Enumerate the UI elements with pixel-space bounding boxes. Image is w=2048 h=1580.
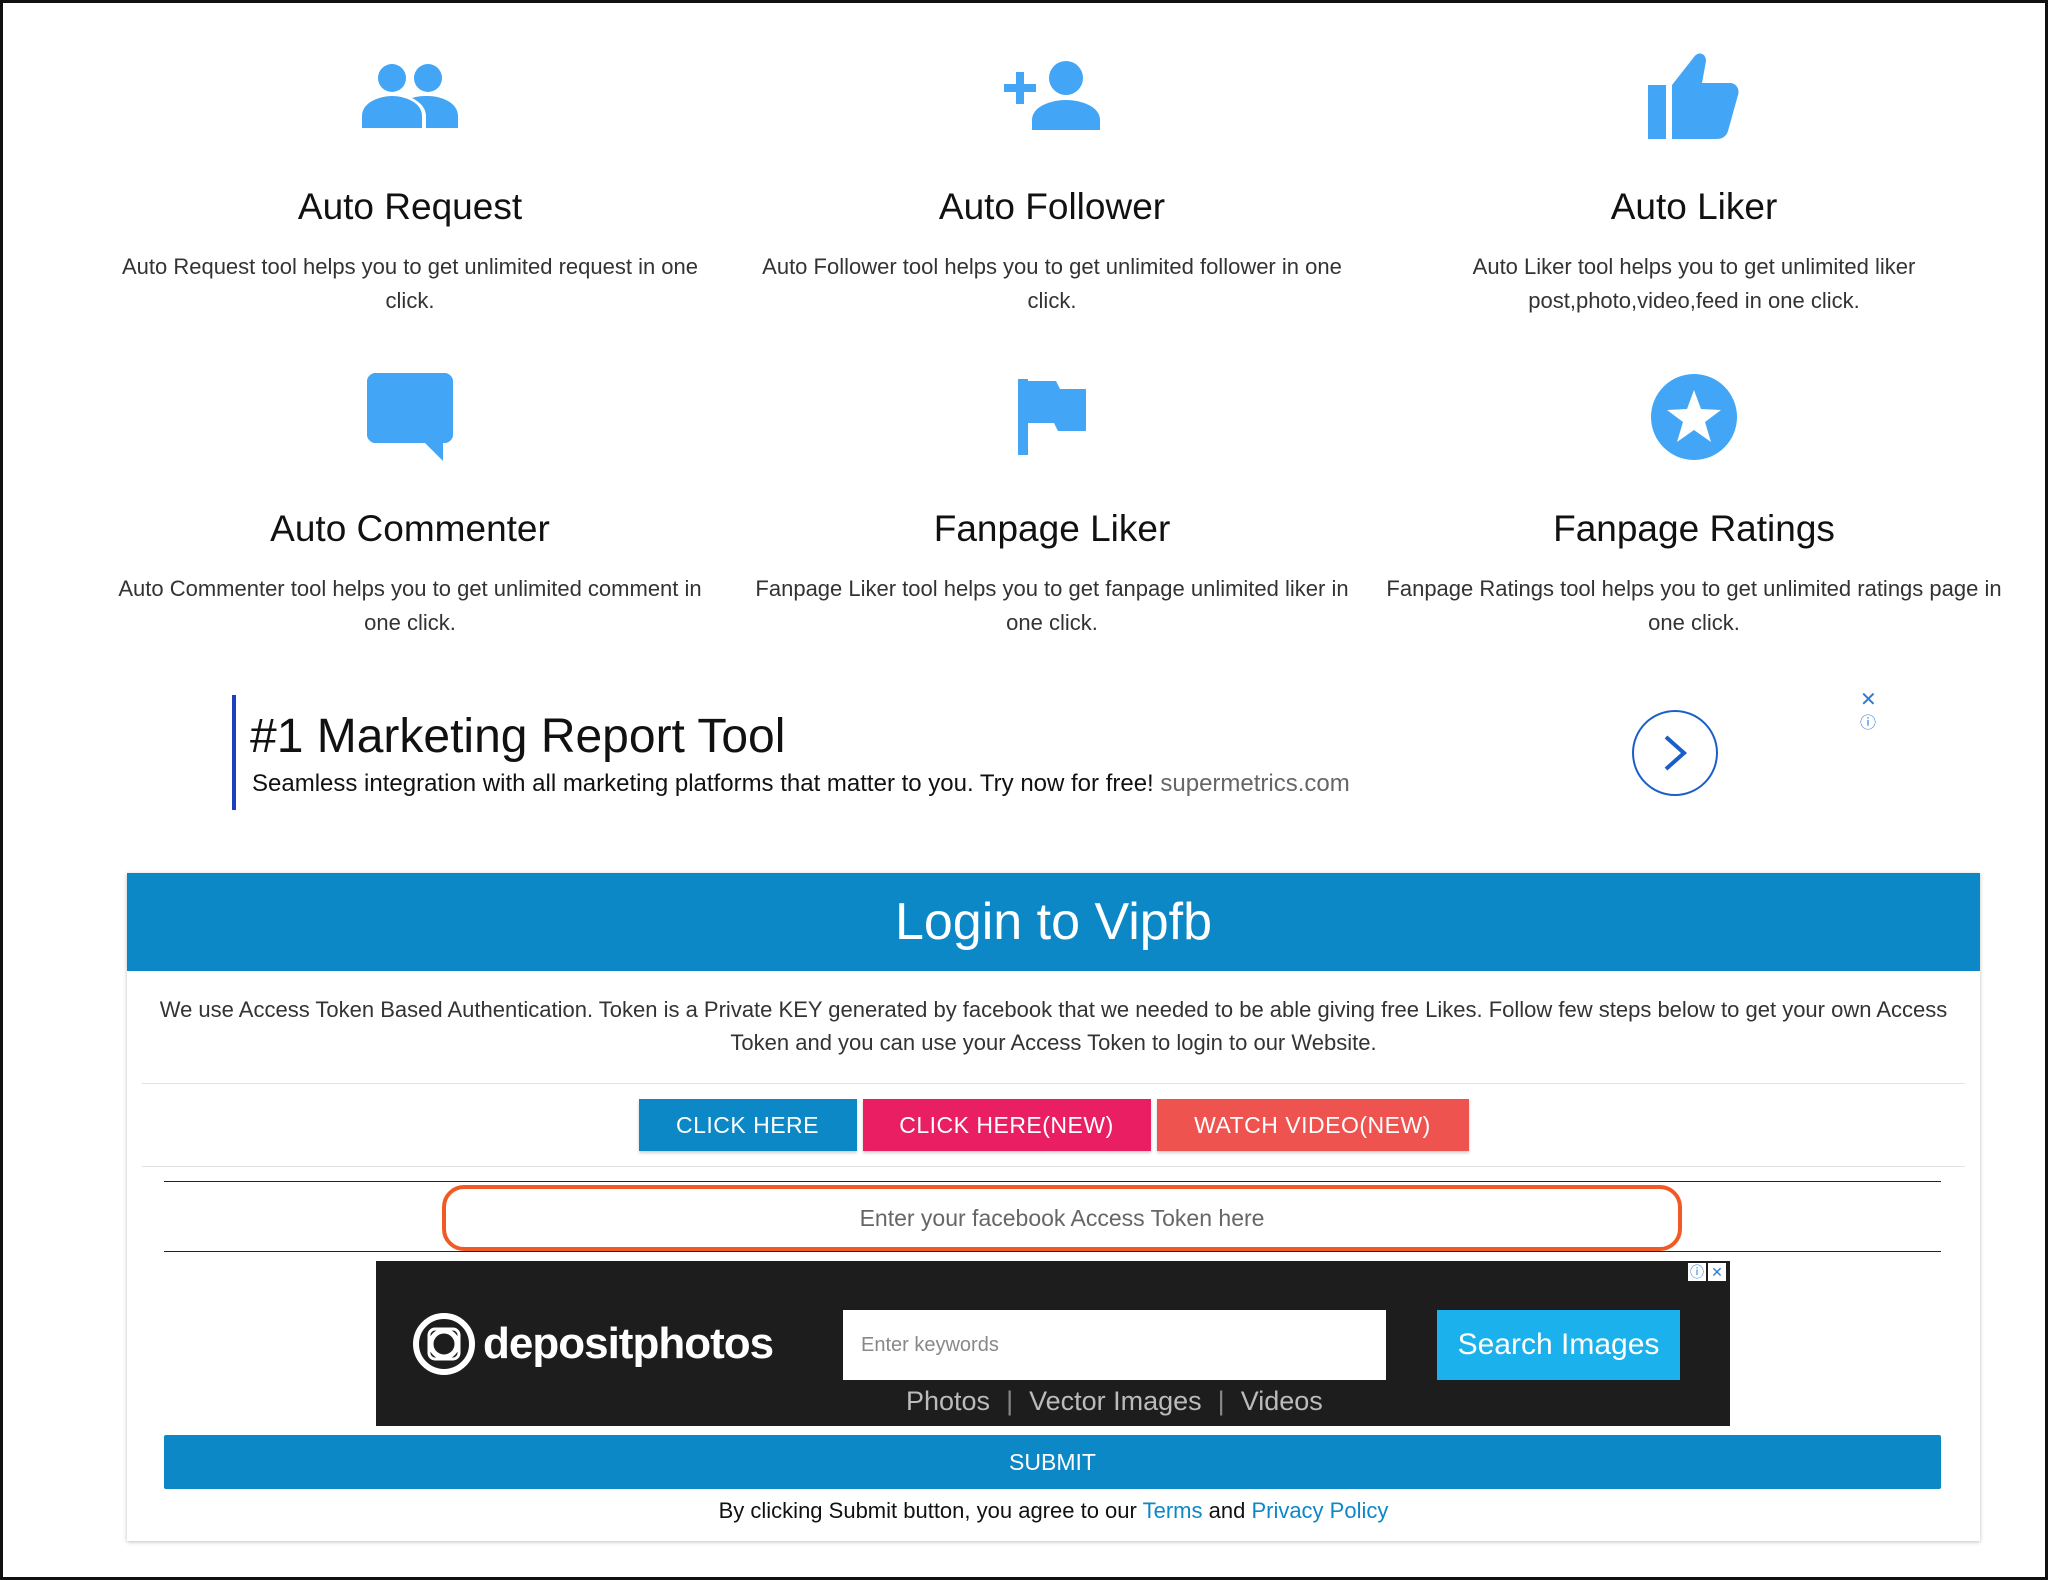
feature-auto-liker[interactable]: Auto Liker Auto Liker tool helps you to … xyxy=(1384,40,2004,318)
privacy-policy-link[interactable]: Privacy Policy xyxy=(1251,1498,1388,1523)
input-top-border xyxy=(164,1181,1941,1182)
ad-description: Seamless integration with all marketing … xyxy=(252,770,1350,798)
feature-desc: Auto Request tool helps you to get unlim… xyxy=(121,254,699,313)
feature-desc: Auto Commenter tool helps you to get unl… xyxy=(118,576,702,635)
input-bottom-border xyxy=(164,1251,1941,1252)
dp-links: Photos | Vector Images | Videos xyxy=(906,1386,1323,1417)
marketing-ad-banner[interactable]: #1 Marketing Report Tool Seamless integr… xyxy=(232,689,1882,810)
dp-brand: depositphotos xyxy=(483,1319,774,1368)
dp-link-photos[interactable]: Photos xyxy=(906,1386,990,1417)
ad-domain[interactable]: supermetrics.com xyxy=(1160,770,1349,797)
feature-desc: Auto Liker tool helps you to get unlimit… xyxy=(1472,254,1916,313)
feature-auto-request[interactable]: Auto Request Auto Request tool helps you… xyxy=(100,40,720,318)
chevron-right-icon xyxy=(1664,735,1688,771)
ad-title[interactable]: #1 Marketing Report Tool xyxy=(250,709,785,764)
access-token-input[interactable]: Enter your facebook Access Token here xyxy=(442,1185,1682,1251)
watch-video-button[interactable]: WATCH VIDEO(NEW) xyxy=(1156,1099,1469,1151)
login-title: Login to Vipfb xyxy=(894,893,1213,951)
feature-fanpage-ratings[interactable]: Fanpage Ratings Fanpage Ratings tool hel… xyxy=(1384,362,2004,640)
dp-link-vectors[interactable]: Vector Images xyxy=(1029,1386,1202,1417)
submit-button[interactable]: SUBMIT xyxy=(164,1435,1941,1489)
thumbs-up-icon xyxy=(1384,40,2004,150)
ad-next-button[interactable] xyxy=(1632,710,1718,796)
flag-icon xyxy=(742,362,1362,472)
login-instructions: We use Access Token Based Authentication… xyxy=(159,997,1948,1055)
info-icon[interactable]: ⓘ xyxy=(1688,1263,1706,1281)
camera-icon xyxy=(413,1313,475,1375)
help-buttons: CLICK HERE CLICK HERE(NEW) WATCH VIDEO(N… xyxy=(127,1099,1980,1151)
close-icon[interactable]: ✕ xyxy=(1708,1263,1726,1281)
feature-title: Fanpage Ratings xyxy=(1553,508,1835,549)
feature-fanpage-liker[interactable]: Fanpage Liker Fanpage Liker tool helps y… xyxy=(742,362,1362,640)
dp-link-videos[interactable]: Videos xyxy=(1241,1386,1323,1417)
feature-desc: Fanpage Ratings tool helps you to get un… xyxy=(1386,576,2002,635)
feature-auto-follower[interactable]: Auto Follower Auto Follower tool helps y… xyxy=(742,40,1362,318)
depositphotos-logo: depositphotos xyxy=(413,1313,774,1375)
comment-icon xyxy=(100,362,720,472)
login-header: Login to Vipfb xyxy=(127,873,1980,971)
agree-prefix: By clicking Submit button, you agree to … xyxy=(718,1498,1137,1523)
star-circle-icon xyxy=(1384,362,2004,472)
depositphotos-ad[interactable]: depositphotos Enter keywords Search Imag… xyxy=(376,1261,1730,1426)
agree-and: and xyxy=(1208,1498,1246,1523)
ad-desc-text: Seamless integration with all marketing … xyxy=(252,770,1154,797)
dp-keyword-input[interactable]: Enter keywords xyxy=(843,1310,1386,1380)
divider: | xyxy=(1217,1386,1225,1416)
ad-accent-bar xyxy=(232,695,236,810)
click-here-new-button[interactable]: CLICK HERE(NEW) xyxy=(862,1099,1151,1151)
feature-title: Auto Request xyxy=(297,186,523,227)
feature-desc: Fanpage Liker tool helps you to get fanp… xyxy=(755,576,1349,635)
click-here-button[interactable]: CLICK HERE xyxy=(638,1099,857,1151)
divider xyxy=(142,1166,1965,1167)
feature-title: Auto Follower xyxy=(938,186,1166,227)
add-person-icon xyxy=(742,40,1362,150)
agreement-text: By clicking Submit button, you agree to … xyxy=(127,1498,1980,1524)
feature-desc: Auto Follower tool helps you to get unli… xyxy=(762,254,1342,313)
login-card: Login to Vipfb We use Access Token Based… xyxy=(127,873,1980,1541)
divider: | xyxy=(1006,1386,1014,1416)
feature-title: Auto Liker xyxy=(1610,186,1778,227)
group-icon xyxy=(100,40,720,150)
terms-link[interactable]: Terms xyxy=(1143,1498,1203,1523)
ad-info-icon[interactable]: ⓘ xyxy=(1860,709,1876,733)
divider xyxy=(142,1083,1965,1084)
feature-title: Fanpage Liker xyxy=(933,508,1171,549)
feature-auto-commenter[interactable]: Auto Commenter Auto Commenter tool helps… xyxy=(100,362,720,640)
dp-ad-controls: ⓘ ✕ xyxy=(1688,1263,1726,1281)
dp-search-button[interactable]: Search Images xyxy=(1437,1310,1680,1380)
feature-title: Auto Commenter xyxy=(270,508,550,549)
